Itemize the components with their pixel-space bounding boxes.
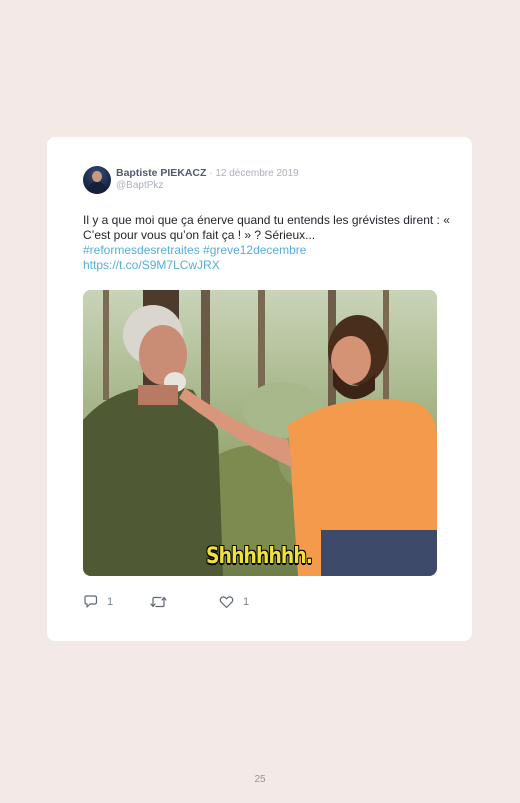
tweet-body: Il y a que moi que ça énerve quand tu en… [83,213,450,242]
author-line: Baptiste PIEKACZ · 12 décembre 2019 [116,167,299,180]
media-illustration [83,290,437,576]
author-handle[interactable]: @BaptPkz [116,180,163,191]
author-avatar[interactable] [83,166,111,194]
tweet-actions: 1 1 [83,595,283,613]
tweet-media[interactable]: Shhhhhhh. [83,290,437,576]
tweet-text-block: Il y a que moi que ça énerve quand tu en… [83,213,453,273]
page-number: 25 [254,774,266,785]
like-action[interactable]: 1 [219,595,249,609]
author-name[interactable]: Baptiste PIEKACZ [116,167,206,179]
separator: · [206,168,216,179]
tweet-date[interactable]: 12 décembre 2019 [215,168,298,179]
like-count: 1 [243,596,250,608]
tweet-url[interactable]: https://t.co/S9M7LCwJRX [83,258,453,273]
tweet-hashtags[interactable]: #reformesdesretraites #greve12decembre [83,243,453,258]
reply-icon [84,595,98,608]
heart-icon [219,596,234,609]
media-caption: Shhhhhhh. [206,544,313,569]
retweet-action[interactable] [150,595,167,609]
reply-count: 1 [107,596,114,608]
retweet-icon [150,596,167,608]
reply-action[interactable]: 1 [83,595,113,609]
tweet-card: Baptiste PIEKACZ · 12 décembre 2019 @Bap… [47,137,472,641]
